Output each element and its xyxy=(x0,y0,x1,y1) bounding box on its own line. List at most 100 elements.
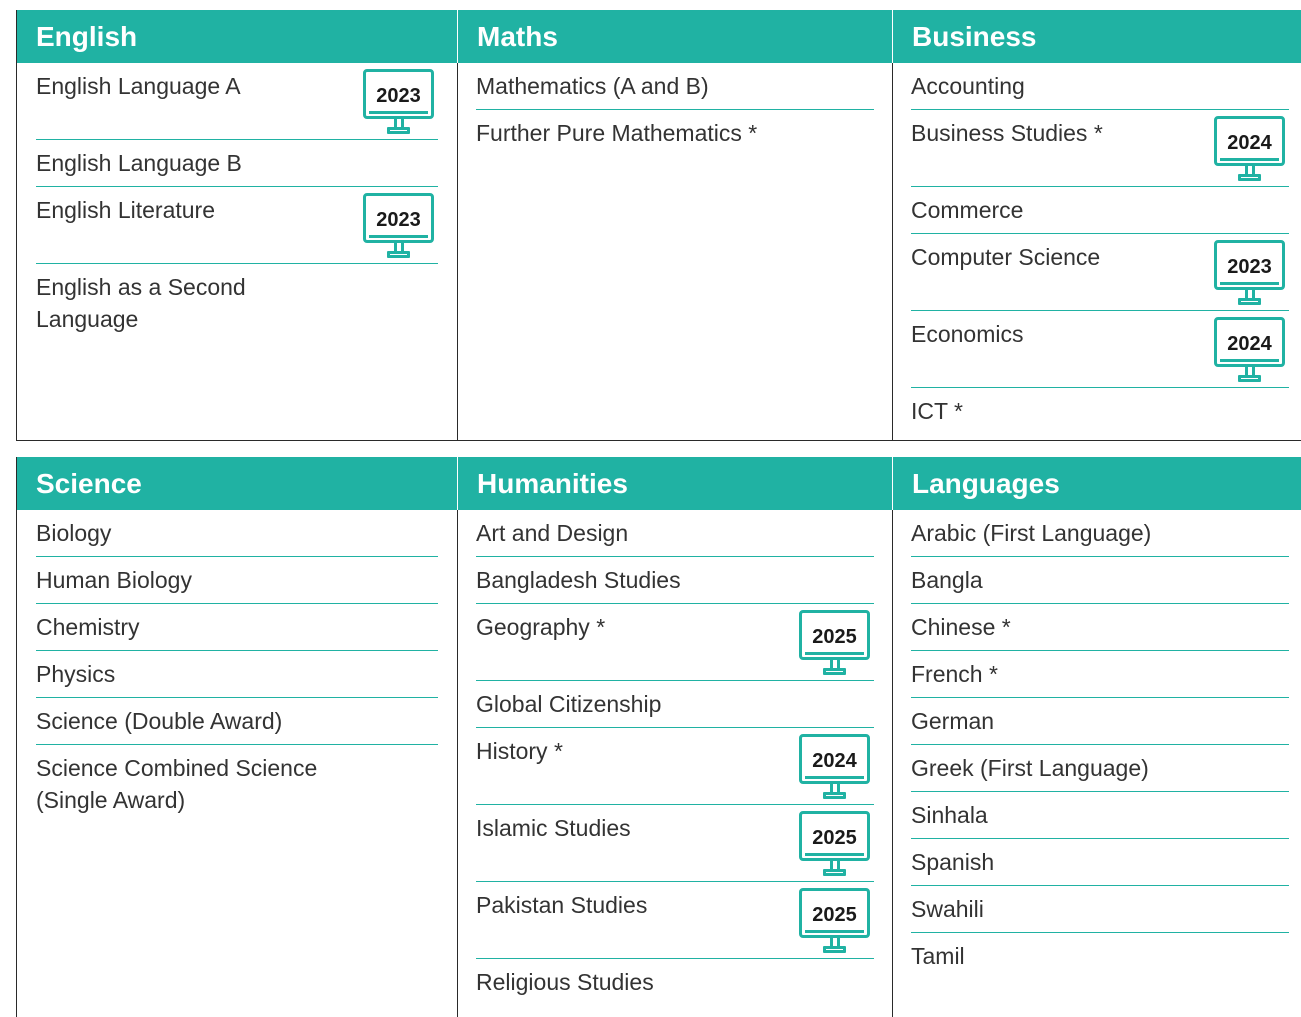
subject-name: Bangla xyxy=(911,567,983,593)
monitor-icon: 2023 xyxy=(363,69,434,137)
subject-name: Physics xyxy=(36,661,116,687)
subject-name: Religious Studies xyxy=(476,969,654,995)
column-header-humanities: Humanities xyxy=(458,457,893,510)
subject-list: Accounting Business Studies * 2024 Commerce… xyxy=(911,63,1289,435)
monitor-icon: 2025 xyxy=(799,610,870,678)
subject-item: Computer Science 2023 xyxy=(911,234,1289,311)
subject-column-business: Accounting Business Studies * 2024 Commerce… xyxy=(893,63,1301,440)
column-header-business: Business xyxy=(893,10,1301,63)
subject-name: Chemistry xyxy=(36,614,140,640)
monitor-icon: 2023 xyxy=(1214,240,1285,308)
subject-item: Swahili xyxy=(911,886,1289,933)
onscreen-year-badge: 2023 xyxy=(1214,240,1285,290)
subject-item: Chemistry xyxy=(36,604,438,651)
subject-name: Mathematics (A and B) xyxy=(476,73,709,99)
column-header-maths: Maths xyxy=(458,10,893,63)
subject-item: German xyxy=(911,698,1289,745)
subject-item: Islamic Studies 2025 xyxy=(476,805,874,882)
subject-name: Biology xyxy=(36,520,112,546)
subject-name: German xyxy=(911,708,995,734)
subject-name: Spanish xyxy=(911,849,995,875)
subject-item: ICT * xyxy=(911,388,1289,435)
subject-name: Science Combined Science (Single Award) xyxy=(36,755,318,813)
subject-item: Economics 2024 xyxy=(911,311,1289,388)
subject-name: Sinhala xyxy=(911,802,988,828)
monitor-icon: 2024 xyxy=(1214,116,1285,184)
subject-name: English Language B xyxy=(36,150,242,176)
subject-item: Biology xyxy=(36,510,438,557)
monitor-icon: 2023 xyxy=(363,193,434,261)
subjects-table-top: English Maths Business English Language A 20… xyxy=(16,10,1301,441)
subject-name: Further Pure Mathematics * xyxy=(476,120,758,146)
subject-item: English Language B xyxy=(36,140,438,187)
subject-item: Human Biology xyxy=(36,557,438,604)
onscreen-year-badge: 2024 xyxy=(1214,317,1285,367)
subject-item: Spanish xyxy=(911,839,1289,886)
subject-item: Art and Design xyxy=(476,510,874,557)
column-header-english: English xyxy=(17,10,458,63)
subject-name: English Literature xyxy=(36,197,215,223)
monitor-icon: 2025 xyxy=(799,811,870,879)
subject-item: Geography * 2025 xyxy=(476,604,874,681)
subject-item: Science (Double Award) xyxy=(36,698,438,745)
subject-name: Islamic Studies xyxy=(476,815,631,841)
subject-item: Accounting xyxy=(911,63,1289,110)
subject-item: Bangla xyxy=(911,557,1289,604)
subject-column-english: English Language A 2023 English Language B… xyxy=(17,63,458,440)
subject-item: History * 2024 xyxy=(476,728,874,805)
subject-item: Arabic (First Language) xyxy=(911,510,1289,557)
subject-item: English as a Second Language xyxy=(36,264,438,335)
subject-name: Art and Design xyxy=(476,520,629,546)
subject-name: English as a Second Language xyxy=(36,274,246,332)
subjects-table-bottom: Science Humanities Languages Biology Human B… xyxy=(16,457,1301,1017)
subject-name: Greek (First Language) xyxy=(911,755,1149,781)
subject-column-humanities: Art and Design Bangladesh Studies Geograph… xyxy=(458,510,893,1017)
subject-item: French * xyxy=(911,651,1289,698)
onscreen-year-badge: 2025 xyxy=(799,888,870,938)
onscreen-year-badge: 2023 xyxy=(363,69,434,119)
subject-name: Business Studies * xyxy=(911,120,1103,146)
subject-item: Business Studies * 2024 xyxy=(911,110,1289,187)
subject-name: Swahili xyxy=(911,896,984,922)
subject-name: Chinese * xyxy=(911,614,1011,640)
subject-item: English Language A 2023 xyxy=(36,63,438,140)
subject-column-languages: Arabic (First Language) Bangla Chinese * Fr… xyxy=(893,510,1301,1017)
subject-item: Further Pure Mathematics * xyxy=(476,110,874,157)
subject-name: Commerce xyxy=(911,197,1024,223)
subject-name: Economics xyxy=(911,321,1024,347)
subject-name: Tamil xyxy=(911,943,965,969)
subject-item: Religious Studies xyxy=(476,959,874,1006)
subject-item: Science Combined Science (Single Award) xyxy=(36,745,438,816)
subject-name: Accounting xyxy=(911,73,1025,99)
subject-item: Pakistan Studies 2025 xyxy=(476,882,874,959)
subject-list: Mathematics (A and B) Further Pure Mathem… xyxy=(476,63,874,157)
subject-column-science: Biology Human Biology Chemistry Physics Scie… xyxy=(17,510,458,1017)
subject-item: Bangladesh Studies xyxy=(476,557,874,604)
subject-list: English Language A 2023 English Language B… xyxy=(36,63,438,335)
subject-item: Commerce xyxy=(911,187,1289,234)
subject-name: Bangladesh Studies xyxy=(476,567,681,593)
subject-name: Global Citizenship xyxy=(476,691,662,717)
subject-name: French * xyxy=(911,661,998,687)
subject-name: Human Biology xyxy=(36,567,192,593)
subject-column-maths: Mathematics (A and B) Further Pure Mathem… xyxy=(458,63,893,440)
subject-item: Greek (First Language) xyxy=(911,745,1289,792)
onscreen-year-badge: 2025 xyxy=(799,610,870,660)
subject-name: Geography * xyxy=(476,614,606,640)
monitor-icon: 2024 xyxy=(799,734,870,802)
subject-item: Tamil xyxy=(911,933,1289,980)
subject-name: English Language A xyxy=(36,73,241,99)
monitor-icon: 2025 xyxy=(799,888,870,956)
subject-item: Global Citizenship xyxy=(476,681,874,728)
column-header-languages: Languages xyxy=(893,457,1301,510)
subject-name: Science (Double Award) xyxy=(36,708,283,734)
subject-item: English Literature 2023 xyxy=(36,187,438,264)
subject-list: Arabic (First Language) Bangla Chinese * Fr… xyxy=(911,510,1289,980)
subject-name: Pakistan Studies xyxy=(476,892,648,918)
subject-name: History * xyxy=(476,738,563,764)
onscreen-year-badge: 2024 xyxy=(799,734,870,784)
subject-list: Biology Human Biology Chemistry Physics Scie… xyxy=(36,510,438,816)
subject-item: Physics xyxy=(36,651,438,698)
subject-name: Computer Science xyxy=(911,244,1101,270)
subject-item: Mathematics (A and B) xyxy=(476,63,874,110)
